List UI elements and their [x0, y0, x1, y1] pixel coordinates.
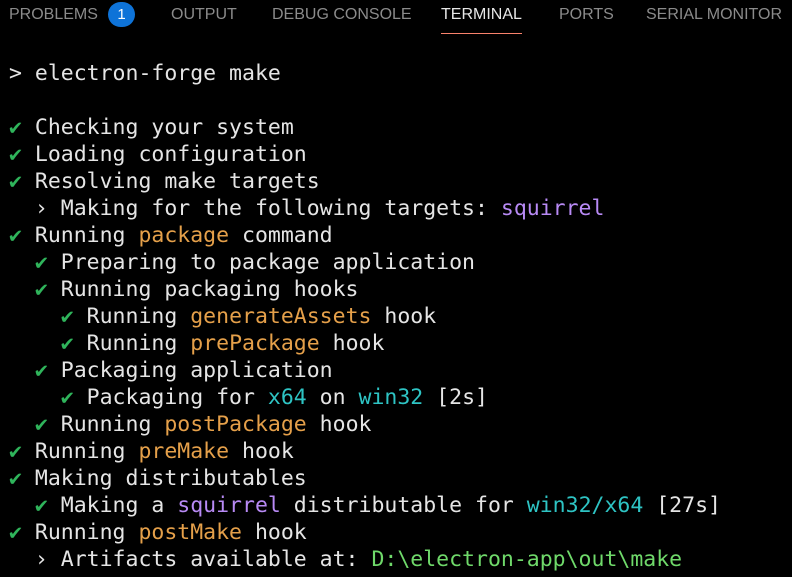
checkmark-icon: ✔ [9, 358, 61, 383]
terminal-text: Running [34, 439, 139, 464]
tab-ports-label: PORTS [559, 6, 614, 23]
terminal-line: ✔ Running postMake hook [0, 519, 792, 546]
checkmark-icon: ✔ [9, 304, 87, 329]
terminal-text: Preparing to package application [60, 250, 475, 275]
terminal-line: ✔ Checking your system [0, 114, 792, 141]
terminal-text: Loading configuration [34, 142, 307, 167]
checkmark-icon: ✔ [9, 520, 35, 545]
tab-serial-monitor-label: SERIAL MONITOR [646, 6, 783, 23]
checkmark-icon: ✔ [9, 385, 87, 410]
tab-debug-console-label: DEBUG CONSOLE [272, 6, 412, 23]
terminal-text: hook [319, 331, 385, 356]
terminal-text: Running [86, 304, 191, 329]
terminal-text: > electron-forge make [9, 61, 281, 86]
terminal-panel: PROBLEMS 1 OUTPUT DEBUG CONSOLE TERMINAL… [0, 0, 792, 577]
terminal-text: prePackage [190, 331, 320, 356]
tab-output-label: OUTPUT [171, 6, 237, 23]
terminal-text: D:\electron-app\out\make [371, 547, 683, 572]
terminal-line: ✔ Making a squirrel distributable for wi… [0, 492, 792, 519]
terminal-text: [27s] [643, 493, 721, 518]
terminal-line: ✔ Running package command [0, 222, 792, 249]
terminal-text: hook [242, 520, 307, 545]
terminal-text: command [229, 223, 333, 248]
terminal-text: Making for the following targets: [60, 196, 501, 221]
chevron-right-icon: › [9, 547, 61, 572]
terminal-line: > electron-forge make [0, 60, 792, 87]
checkmark-icon: ✔ [9, 169, 35, 194]
terminal-line: › Artifacts available at: D:\electron-ap… [0, 546, 792, 573]
tab-serial-monitor[interactable]: SERIAL MONITOR [646, 0, 782, 34]
checkmark-icon: ✔ [9, 250, 61, 275]
terminal-text: postPackage [164, 412, 307, 437]
terminal-line: ✔ Packaging application [0, 357, 792, 384]
terminal-text: Packaging for [86, 385, 268, 410]
checkmark-icon: ✔ [9, 439, 35, 464]
terminal-line: ✔ Resolving make targets [0, 168, 792, 195]
tab-debug-console[interactable]: DEBUG CONSOLE [272, 0, 412, 34]
checkmark-icon: ✔ [9, 115, 35, 140]
terminal-text: hook [229, 439, 294, 464]
checkmark-icon: ✔ [9, 277, 61, 302]
terminal-text: x64 [267, 385, 307, 410]
terminal-line: ✔ Preparing to package application [0, 249, 792, 276]
terminal-output[interactable]: > electron-forge make ✔ Checking your sy… [0, 60, 792, 573]
terminal-line: › Making for the following targets: squi… [0, 195, 792, 222]
terminal-text: generateAssets [190, 304, 372, 329]
checkmark-icon: ✔ [9, 331, 87, 356]
checkmark-icon: ✔ [9, 493, 61, 518]
checkmark-icon: ✔ [9, 466, 35, 491]
terminal-line: ✔ Loading configuration [0, 141, 792, 168]
tab-terminal-label: TERMINAL [441, 6, 522, 23]
terminal-text: postMake [138, 520, 243, 545]
terminal-line: ✔ Packaging for x64 on win32 [2s] [0, 384, 792, 411]
tab-output[interactable]: OUTPUT [171, 0, 237, 34]
terminal-text: Making distributables [34, 466, 307, 491]
terminal-text: squirrel [177, 493, 281, 518]
terminal-line: ✔ Running packaging hooks [0, 276, 792, 303]
terminal-text: preMake [138, 439, 230, 464]
terminal-text: Running [60, 412, 165, 437]
terminal-text: Resolving make targets [34, 169, 320, 194]
terminal-line: ✔ Running preMake hook [0, 438, 792, 465]
terminal-text: win32 [358, 385, 424, 410]
terminal-text: hook [306, 412, 372, 437]
terminal-text: Artifacts available at: [60, 547, 372, 572]
terminal-text: hook [371, 304, 437, 329]
terminal-text: squirrel [500, 196, 605, 221]
terminal-line: ✔ Running postPackage hook [0, 411, 792, 438]
terminal-line: ✔ Making distributables [0, 465, 792, 492]
terminal-text: Running [34, 223, 139, 248]
terminal-text: win32/x64 [526, 493, 644, 518]
tab-ports[interactable]: PORTS [559, 0, 614, 34]
problems-count-badge: 1 [108, 2, 135, 27]
terminal-text: Running packaging hooks [60, 277, 359, 302]
terminal-line: ✔ Running generateAssets hook [0, 303, 792, 330]
tab-problems-label: PROBLEMS [9, 6, 98, 23]
terminal-text: [2s] [423, 385, 488, 410]
checkmark-icon: ✔ [9, 412, 61, 437]
terminal-text: package [138, 223, 230, 248]
active-tab-indicator [441, 33, 522, 34]
terminal-line: ✔ Running prePackage hook [0, 330, 792, 357]
chevron-right-icon: › [9, 196, 61, 221]
terminal-text: Checking your system [34, 115, 294, 140]
terminal-text: Running [34, 520, 139, 545]
tab-problems[interactable]: PROBLEMS [9, 0, 98, 34]
terminal-text: Packaging application [60, 358, 333, 383]
tab-terminal[interactable]: TERMINAL [441, 0, 522, 34]
terminal-text: on [306, 385, 359, 410]
panel-tab-bar: PROBLEMS 1 OUTPUT DEBUG CONSOLE TERMINAL… [0, 0, 792, 34]
terminal-text: distributable for [280, 493, 527, 518]
checkmark-icon: ✔ [9, 223, 35, 248]
terminal-text: Making a [60, 493, 178, 518]
checkmark-icon: ✔ [9, 142, 35, 167]
terminal-text: Running [86, 331, 191, 356]
